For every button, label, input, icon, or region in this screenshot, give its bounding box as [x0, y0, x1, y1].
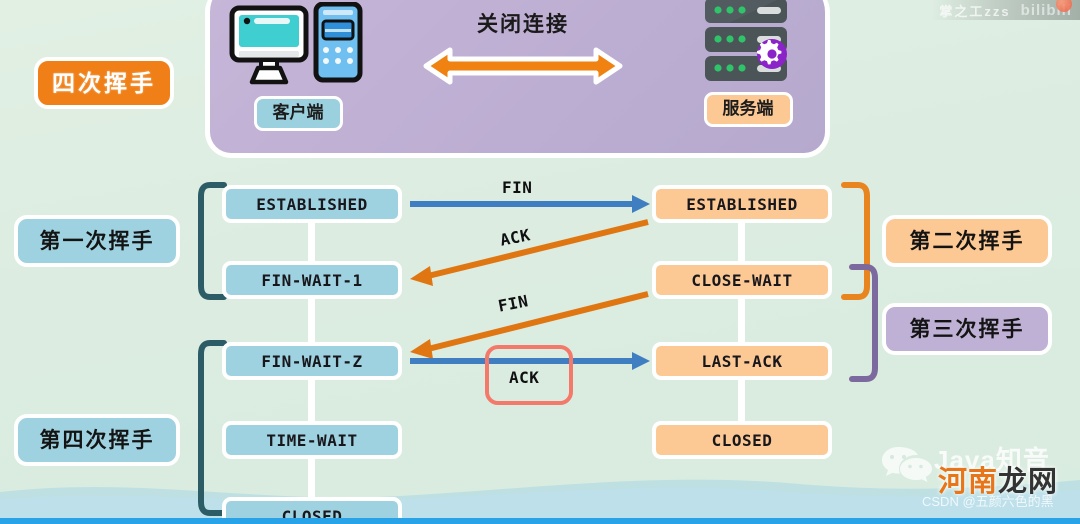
phase-label-second: 第二次挥手 [882, 215, 1052, 267]
client-label: 客户端 [253, 96, 343, 131]
arrow-label-fin-2: FIN [496, 291, 530, 316]
arrow-label-ack-2: ACK [509, 368, 540, 387]
wechat-logo-icon [880, 444, 934, 484]
phase-label-fourth: 第四次挥手 [14, 414, 180, 466]
connection-overview-panel: 客户端 关闭连接 服务端 [205, 0, 830, 158]
bracket-right-third [848, 262, 880, 384]
arrow-fin-1 [410, 195, 650, 213]
client-state-fin-wait-2: FIN-WAIT-Z [222, 342, 402, 380]
server-state-closed: CLOSED [652, 421, 832, 459]
player-progress-fill [0, 518, 1080, 524]
client-device-group: 客户端 [228, 2, 368, 131]
gear-icon [757, 39, 787, 69]
bottom-right-watermark: Java知音 河南龙网 CSDN @五颜六色的黑 [862, 430, 1072, 512]
diagram-canvas: 客户端 关闭连接 服务端 四次挥手 第一次挥手 第四次挥手 第二次挥手 第三次挥… [0, 0, 1080, 524]
player-progress-track[interactable] [0, 518, 1080, 524]
client-state-fin-wait-1: FIN-WAIT-1 [222, 261, 402, 299]
server-rack-with-gear-icon [699, 0, 797, 86]
server-device-group: 服务端 [699, 0, 797, 127]
phase-label-first: 第一次挥手 [14, 215, 180, 267]
client-state-time-wait: TIME-WAIT [222, 421, 402, 459]
server-state-last-ack: LAST-ACK [652, 342, 832, 380]
close-connection-group: 关闭连接 [418, 8, 628, 92]
top-watermark-text: 掌之工zzs [939, 3, 1011, 19]
arrow-label-fin-1: FIN [502, 178, 533, 197]
arrow-label-ack-1: ACK [498, 225, 532, 250]
desktop-computer-and-tower-icon [228, 2, 368, 90]
server-label: 服务端 [703, 92, 793, 127]
phase-label-third: 第三次挥手 [882, 303, 1052, 355]
close-connection-label: 关闭连接 [477, 13, 569, 36]
page-title: 四次挥手 [34, 57, 174, 109]
top-watermark: 掌之工zzs bilibili [931, 0, 1080, 20]
double-headed-arrow-icon [420, 40, 626, 92]
server-state-established: ESTABLISHED [652, 185, 832, 223]
server-state-close-wait: CLOSE-WAIT [652, 261, 832, 299]
client-state-established: ESTABLISHED [222, 185, 402, 223]
csdn-watermark: CSDN @五颜六色的黑 [922, 494, 1054, 509]
